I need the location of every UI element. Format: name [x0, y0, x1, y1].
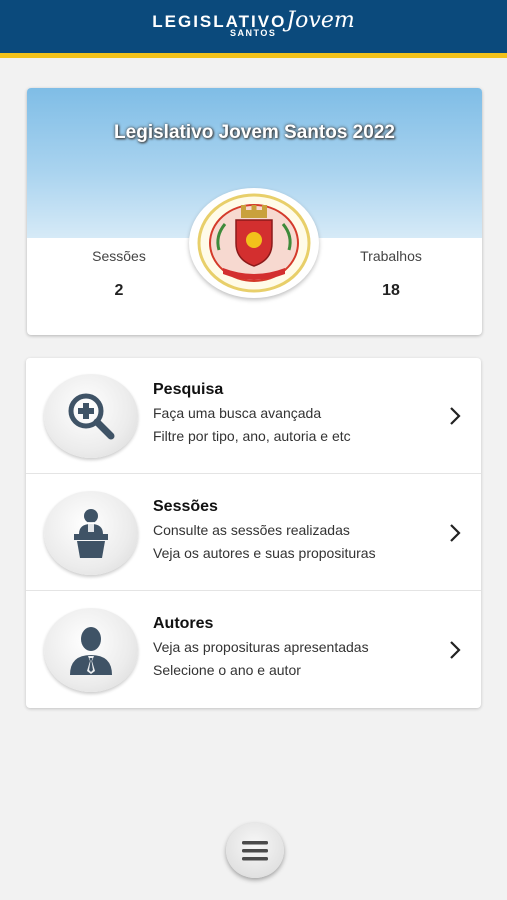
brand-script-text: Jovem — [286, 8, 355, 33]
menu-item-sessoes[interactable]: Sessões Consulte as sessões realizadas V… — [26, 475, 481, 591]
stat-value: 18 — [382, 282, 400, 299]
menu-item-description: Veja as proposituras apresentadas — [153, 639, 369, 655]
menu-item-description: Consulte as sessões realizadas — [153, 522, 350, 538]
stat-trabalhos: Trabalhos 18 — [331, 248, 451, 300]
city-seal-emblem — [189, 188, 319, 298]
menu-item-text: Sessões Consulte as sessões realizadas V… — [153, 497, 376, 565]
summary-title: Legislativo Jovem Santos 2022 — [114, 122, 395, 143]
app-header: LEGISLATIVOJovem SANTOS — [0, 0, 507, 58]
menu-item-text: Pesquisa Faça uma busca avançada Filtre … — [153, 380, 351, 448]
menu-item-title: Pesquisa — [153, 381, 224, 398]
person-icon — [44, 608, 138, 692]
menu-item-description: Faça uma busca avançada — [153, 405, 322, 421]
menu-item-description: Selecione o ano e autor — [153, 662, 301, 678]
stat-sessoes: Sessões 2 — [59, 248, 179, 300]
search-plus-icon — [44, 374, 138, 458]
stat-label: Trabalhos — [360, 248, 422, 264]
podium-speaker-icon — [44, 491, 138, 575]
menu-item-autores[interactable]: Autores Veja as proposituras apresentada… — [26, 592, 481, 708]
brand-sub-text: SANTOS — [230, 28, 277, 38]
stat-label: Sessões — [92, 248, 146, 264]
stat-value: 2 — [114, 282, 124, 299]
menu-item-text: Autores Veja as proposituras apresentada… — [153, 614, 369, 682]
chevron-right-icon — [450, 407, 461, 425]
menu-item-pesquisa[interactable]: Pesquisa Faça uma busca avançada Filtre … — [26, 358, 481, 474]
chevron-right-icon — [450, 524, 461, 542]
city-seal-icon — [197, 193, 311, 293]
menu-item-title: Autores — [153, 615, 214, 632]
main-menu-list: Pesquisa Faça uma busca avançada Filtre … — [26, 358, 481, 708]
menu-item-title: Sessões — [153, 498, 218, 515]
hamburger-menu-icon — [242, 841, 268, 861]
menu-item-description: Veja os autores e suas proposituras — [153, 545, 376, 561]
menu-item-description: Filtre por tipo, ano, autoria e etc — [153, 428, 351, 444]
menu-fab-button[interactable] — [226, 823, 284, 878]
chevron-right-icon — [450, 641, 461, 659]
summary-card: Legislativo Jovem Santos 2022 Sessões 2 … — [27, 88, 482, 335]
